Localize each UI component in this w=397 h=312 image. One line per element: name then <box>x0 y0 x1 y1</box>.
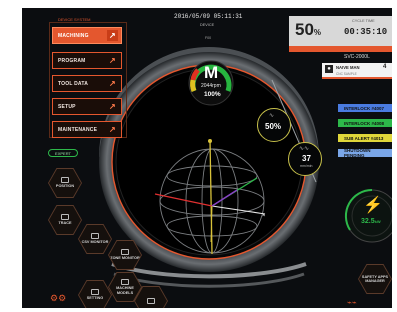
cycle-time-label: CYCLE TIME <box>352 19 375 23</box>
override-unit: % <box>313 28 322 37</box>
override-number: 50 <box>295 20 314 39</box>
power-value: 32.5kW <box>361 218 381 225</box>
zone-icon <box>121 249 129 256</box>
user-icon: ● <box>325 65 333 73</box>
cycle-time-value: 00:35:10 <box>344 27 388 37</box>
machine-icon <box>121 279 129 285</box>
expert-button[interactable]: EXPERT <box>48 149 78 157</box>
menu-maintenance-label: MAINTENANCE <box>58 126 98 133</box>
x-axis <box>154 193 213 207</box>
expert-label: EXPERT <box>55 150 71 156</box>
csv-icon <box>91 233 99 240</box>
operator-sub: CNC SAMPLE <box>336 72 357 76</box>
menu-setup-label: SETUP <box>58 103 76 110</box>
hex-trace-button[interactable]: TRACE <box>48 205 82 235</box>
menu-maintenance-button[interactable]: MAINTENANCE ↗ <box>52 121 122 138</box>
robot-arm-icon[interactable]: ⌁⌁ <box>347 298 357 307</box>
hex-position-button[interactable]: POSITION <box>48 168 82 198</box>
menu-setup-button[interactable]: SETUP ↗ <box>52 98 122 115</box>
machine-name: SVC-2000L <box>344 54 370 60</box>
gear-icon[interactable]: ⚙⚙ <box>50 293 66 304</box>
power-number: 32.5 <box>361 218 375 225</box>
status-bar-label: SUB ALERT #4013 <box>344 135 384 141</box>
tool-vector <box>211 189 238 207</box>
menu-machining-label: MACHINING <box>58 32 89 39</box>
operator-count: 4 <box>383 64 387 70</box>
hex-zone-label: ZONE MONITOR <box>110 256 140 261</box>
status-bar-label: SHUTDOWN PENDING <box>344 148 371 158</box>
gauge-rpm: 2044rpm <box>201 83 221 89</box>
mini-gauge-2-value: 37 <box>302 154 311 163</box>
gauge-yellow-arc <box>190 79 197 92</box>
mini-gauge-1-value: 50% <box>265 122 282 131</box>
arrow-up-right-icon: ↗ <box>109 125 116 134</box>
hmi-screen: 2016/05/09 05:11:31 DEVICE F00 M 2044rpm… <box>22 8 392 308</box>
hex-setting-label: SETTING <box>86 296 104 301</box>
status-bar-sub-alert[interactable]: SUB ALERT #4013 <box>338 134 392 142</box>
datetime-display: 2016/05/09 05:11:31 <box>174 13 243 20</box>
override-panel-shadow <box>289 46 392 52</box>
hex-safety-label: SAFETY APPS MANAGER <box>361 274 389 284</box>
position-icon <box>61 177 69 184</box>
feed-wave-icon: ∿∿ <box>299 146 310 152</box>
hex-machine-label: MACHINE MODELS <box>116 286 134 295</box>
arrow-up-right-icon: ↗ <box>109 102 116 111</box>
status-bar-interlock-4007[interactable]: INTERLOCK #4007 <box>338 104 392 112</box>
status-bar-interlock-4008[interactable]: INTERLOCK #4008 <box>338 119 392 127</box>
menu-program-label: PROGRAM <box>58 57 86 64</box>
hex-trace-label: TRACE <box>58 221 72 226</box>
hex-safety-apps-button[interactable]: SAFETY APPS MANAGER <box>358 264 392 294</box>
operator-name: NAIVE MAN <box>336 65 360 70</box>
svg-text:×: × <box>262 213 266 219</box>
wave-icon: ∿ <box>269 113 275 119</box>
gauge-percent: 100% <box>204 91 221 98</box>
lightning-icon: ⚡ <box>363 197 383 214</box>
power-unit: kW <box>374 219 381 224</box>
setting-icon <box>91 289 99 296</box>
trace-icon <box>61 214 69 221</box>
arrow-up-right-icon: ↗ <box>107 30 118 41</box>
status-bar-shutdown[interactable]: SHUTDOWN PENDING <box>338 148 392 158</box>
axis-sphere: × <box>154 139 266 255</box>
override-value: 50% <box>295 20 321 40</box>
arrow-up-right-icon: ↗ <box>109 56 116 65</box>
mini-gauge-2-unit: mm/min <box>300 164 313 168</box>
tool-icon <box>147 297 155 304</box>
status-bar-label: INTERLOCK #4008 <box>344 120 385 126</box>
hex-csv-label: CSV MONITOR <box>81 240 109 245</box>
hex-position-label: POSITION <box>55 184 75 189</box>
menu-tool-data-label: TOOL DATA <box>58 80 89 87</box>
arrow-up-right-icon: ↗ <box>109 79 116 88</box>
menu-program-button[interactable]: PROGRAM ↗ <box>52 52 122 69</box>
menu-tool-data-button[interactable]: TOOL DATA ↗ <box>52 75 122 92</box>
menu-machining-button[interactable]: MACHINING ↗ <box>52 27 122 44</box>
status-bar-label: INTERLOCK #4007 <box>344 105 385 111</box>
gauge-mode: M <box>204 63 219 82</box>
